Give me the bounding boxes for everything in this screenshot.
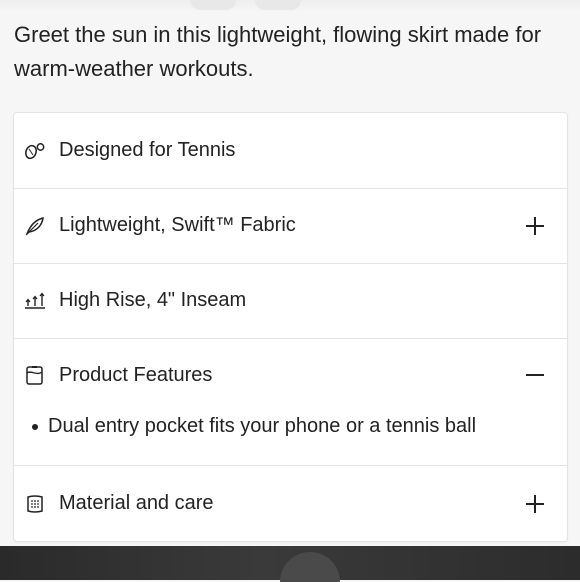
plus-icon[interactable]: [523, 214, 547, 238]
rise-inseam-icon: [24, 290, 46, 312]
product-details-accordion: Designed for Tennis Lightweight, Swift™ …: [13, 112, 568, 542]
product-image-feet-right: [255, 0, 301, 10]
product-features-panel: Dual entry pocket fits your phone or a t…: [14, 412, 567, 466]
accordion-row-material-care[interactable]: Material and care: [14, 466, 567, 541]
lifestyle-image: [0, 546, 580, 582]
lifestyle-image-figure: [280, 552, 340, 582]
plus-icon[interactable]: [523, 492, 547, 516]
feature-bullet-item: Dual entry pocket fits your phone or a t…: [30, 415, 476, 438]
product-image-feet-left: [190, 0, 236, 10]
accordion-row-rise-inseam[interactable]: High Rise, 4" Inseam: [14, 263, 567, 339]
accordion-label: Designed for Tennis: [59, 139, 236, 161]
accordion-row-product-features[interactable]: Product Features: [14, 338, 567, 412]
tennis-icon: [24, 140, 46, 162]
accordion-label: High Rise, 4" Inseam: [59, 289, 247, 311]
accordion-label: Lightweight, Swift™ Fabric: [59, 214, 296, 236]
accordion-label: Material and care: [59, 492, 214, 514]
product-features-icon: [24, 364, 46, 386]
fabric-care-icon: [24, 493, 46, 515]
minus-icon[interactable]: [523, 363, 547, 387]
accordion-row-designed-for-tennis[interactable]: Designed for Tennis: [14, 113, 567, 189]
bullet-dot: [32, 423, 38, 430]
product-description: Greet the sun in this lightweight, flowi…: [14, 22, 542, 81]
product-image-top: [0, 0, 580, 12]
accordion-label: Product Features: [59, 363, 213, 386]
accordion-row-fabric[interactable]: Lightweight, Swift™ Fabric: [14, 188, 567, 264]
feather-icon: [24, 215, 46, 237]
feature-bullet-text: Dual entry pocket fits your phone or a t…: [48, 415, 477, 437]
